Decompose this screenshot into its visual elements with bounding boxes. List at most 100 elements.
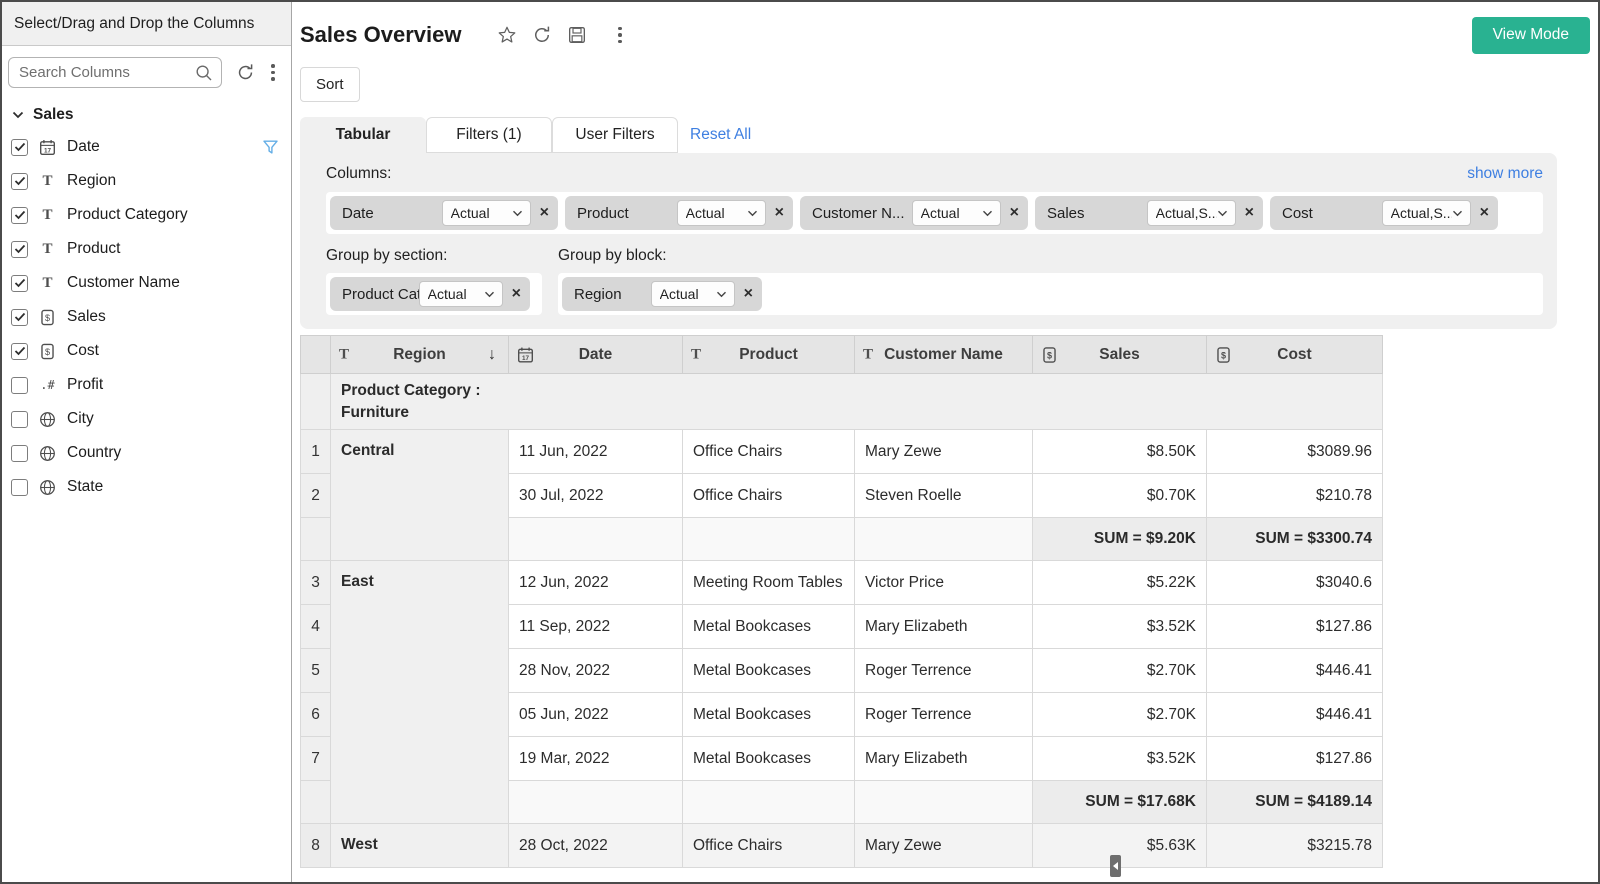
checkbox[interactable]	[11, 411, 28, 428]
remove-pill-icon[interactable]: ×	[1480, 205, 1489, 221]
sales-cell: $5.22K	[1033, 561, 1207, 605]
refresh-icon[interactable]	[532, 25, 552, 45]
filter-icon[interactable]	[262, 139, 279, 156]
remove-pill-icon[interactable]: ×	[1245, 205, 1254, 221]
group-header-cell: Product Category : Furniture	[331, 374, 1383, 430]
dataset-section-header[interactable]: Sales	[2, 90, 291, 130]
group-by-section-dropzone[interactable]: Product Cat... Actual ×	[326, 273, 542, 315]
refresh-columns-icon[interactable]	[236, 63, 255, 82]
column-header-customer-name[interactable]: T Customer Name	[855, 336, 1033, 374]
pill-customer-n-[interactable]: Customer N... Actual ×	[800, 196, 1028, 230]
text-icon: T	[42, 173, 52, 190]
aggregation-select[interactable]: Actual	[912, 200, 1001, 226]
sidebar-item-product[interactable]: T Product	[2, 232, 291, 266]
column-header-date[interactable]: 17 Date	[509, 336, 683, 374]
group-by-block-dropzone[interactable]: Region Actual ×	[558, 273, 1543, 315]
search-input[interactable]	[9, 58, 221, 87]
checkbox[interactable]	[11, 377, 28, 394]
sidebar-item-date[interactable]: 17 Date	[2, 130, 291, 164]
sidebar-item-city[interactable]: City	[2, 402, 291, 436]
sidebar-item-customer-name[interactable]: T Customer Name	[2, 266, 291, 300]
sidebar-item-profit[interactable]: .# Profit	[2, 368, 291, 402]
text-icon: T	[863, 346, 873, 363]
aggregation-select[interactable]: Actual	[651, 281, 735, 307]
sidebar-item-region[interactable]: T Region	[2, 164, 291, 198]
column-header-region[interactable]: T Region ↓	[331, 336, 509, 374]
checkbox[interactable]	[11, 139, 28, 156]
checkbox[interactable]	[11, 173, 28, 190]
view-mode-button[interactable]: View Mode	[1472, 17, 1590, 54]
table-row[interactable]: 1 Central 11 Jun, 2022 Office Chairs Mar…	[301, 430, 1383, 474]
column-header-product[interactable]: T Product	[683, 336, 855, 374]
pill-product[interactable]: Product Actual ×	[565, 196, 793, 230]
report-header: Sales Overview View Mode	[300, 15, 1592, 55]
reset-all-link[interactable]: Reset All	[690, 126, 751, 144]
checkbox[interactable]	[11, 275, 28, 292]
title-actions	[497, 25, 624, 46]
checkbox[interactable]	[11, 479, 28, 496]
pill-sales[interactable]: Sales Actual,S... ×	[1035, 196, 1263, 230]
sidebar-item-country[interactable]: Country	[2, 436, 291, 470]
tab-filters[interactable]: Filters (1)	[426, 117, 552, 153]
sales-cell: $8.50K	[1033, 430, 1207, 474]
chevron-down-icon	[716, 291, 727, 298]
pill-cost[interactable]: Cost Actual,S... ×	[1270, 196, 1498, 230]
table-row[interactable]: 3 East 12 Jun, 2022 Meeting Room Tables …	[301, 561, 1383, 605]
row-number: 1	[301, 430, 331, 474]
table-row[interactable]: 8 West 28 Oct, 2022 Office Chairs Mary Z…	[301, 824, 1383, 868]
check-mark-icon	[14, 244, 26, 254]
chevron-down-icon	[1452, 210, 1463, 217]
checkbox[interactable]	[11, 343, 28, 360]
pill-product-cat-[interactable]: Product Cat... Actual ×	[330, 277, 530, 311]
sidebar-item-cost[interactable]: $ Cost	[2, 334, 291, 368]
geo-icon	[39, 411, 56, 428]
aggregation-select[interactable]: Actual	[677, 200, 766, 226]
remove-pill-icon[interactable]: ×	[1010, 205, 1019, 221]
column-header-cost[interactable]: $ Cost	[1207, 336, 1383, 374]
checkbox[interactable]	[11, 309, 28, 326]
region-cell: East	[331, 561, 509, 824]
checkbox[interactable]	[11, 241, 28, 258]
svg-text:$: $	[45, 347, 50, 357]
sidebar-item-state[interactable]: State	[2, 470, 291, 504]
customer-cell: Mary Zewe	[855, 430, 1033, 474]
customer-cell: Victor Price	[855, 561, 1033, 605]
remove-pill-icon[interactable]: ×	[744, 286, 753, 302]
sidebar-item-product-category[interactable]: T Product Category	[2, 198, 291, 232]
remove-pill-icon[interactable]: ×	[512, 286, 521, 302]
sort-button[interactable]: Sort	[300, 67, 360, 102]
aggregation-select[interactable]: Actual	[419, 281, 503, 307]
cost-subtotal: SUM = $4189.14	[1207, 781, 1383, 824]
pill-region[interactable]: Region Actual ×	[562, 277, 762, 311]
svg-text:$: $	[45, 313, 50, 323]
favorite-star-icon[interactable]	[497, 25, 517, 45]
sidebar-more-menu-icon[interactable]	[269, 62, 277, 83]
customer-cell: Steven Roelle	[855, 474, 1033, 518]
tab-tabular[interactable]: Tabular	[300, 117, 426, 153]
tab-user-filters[interactable]: User Filters	[552, 117, 678, 153]
save-icon[interactable]	[567, 25, 587, 45]
horizontal-scroll-left-handle[interactable]	[1110, 855, 1121, 877]
checkbox[interactable]	[11, 445, 28, 462]
aggregation-select[interactable]: Actual,S...	[1382, 200, 1471, 226]
aggregation-select[interactable]: Actual,S...	[1147, 200, 1236, 226]
row-number: 7	[301, 737, 331, 781]
pill-date[interactable]: Date Actual ×	[330, 196, 558, 230]
region-cell: Central	[331, 430, 509, 561]
cost-cell: $3089.96	[1207, 430, 1383, 474]
product-cell: Office Chairs	[683, 474, 855, 518]
region-cell: West	[331, 824, 509, 868]
chevron-down-icon	[982, 210, 993, 217]
show-more-link[interactable]: show more	[1467, 165, 1543, 183]
report-more-menu-icon[interactable]	[616, 25, 624, 46]
search-icon	[195, 64, 213, 82]
check-mark-icon	[14, 312, 26, 322]
aggregation-select[interactable]: Actual	[442, 200, 531, 226]
remove-pill-icon[interactable]: ×	[775, 205, 784, 221]
sidebar-item-sales[interactable]: $ Sales	[2, 300, 291, 334]
column-header-sales[interactable]: $ Sales	[1033, 336, 1207, 374]
product-cell: Office Chairs	[683, 430, 855, 474]
columns-dropzone[interactable]: Date Actual × Product Actual × Customer …	[326, 192, 1543, 234]
remove-pill-icon[interactable]: ×	[540, 205, 549, 221]
checkbox[interactable]	[11, 207, 28, 224]
